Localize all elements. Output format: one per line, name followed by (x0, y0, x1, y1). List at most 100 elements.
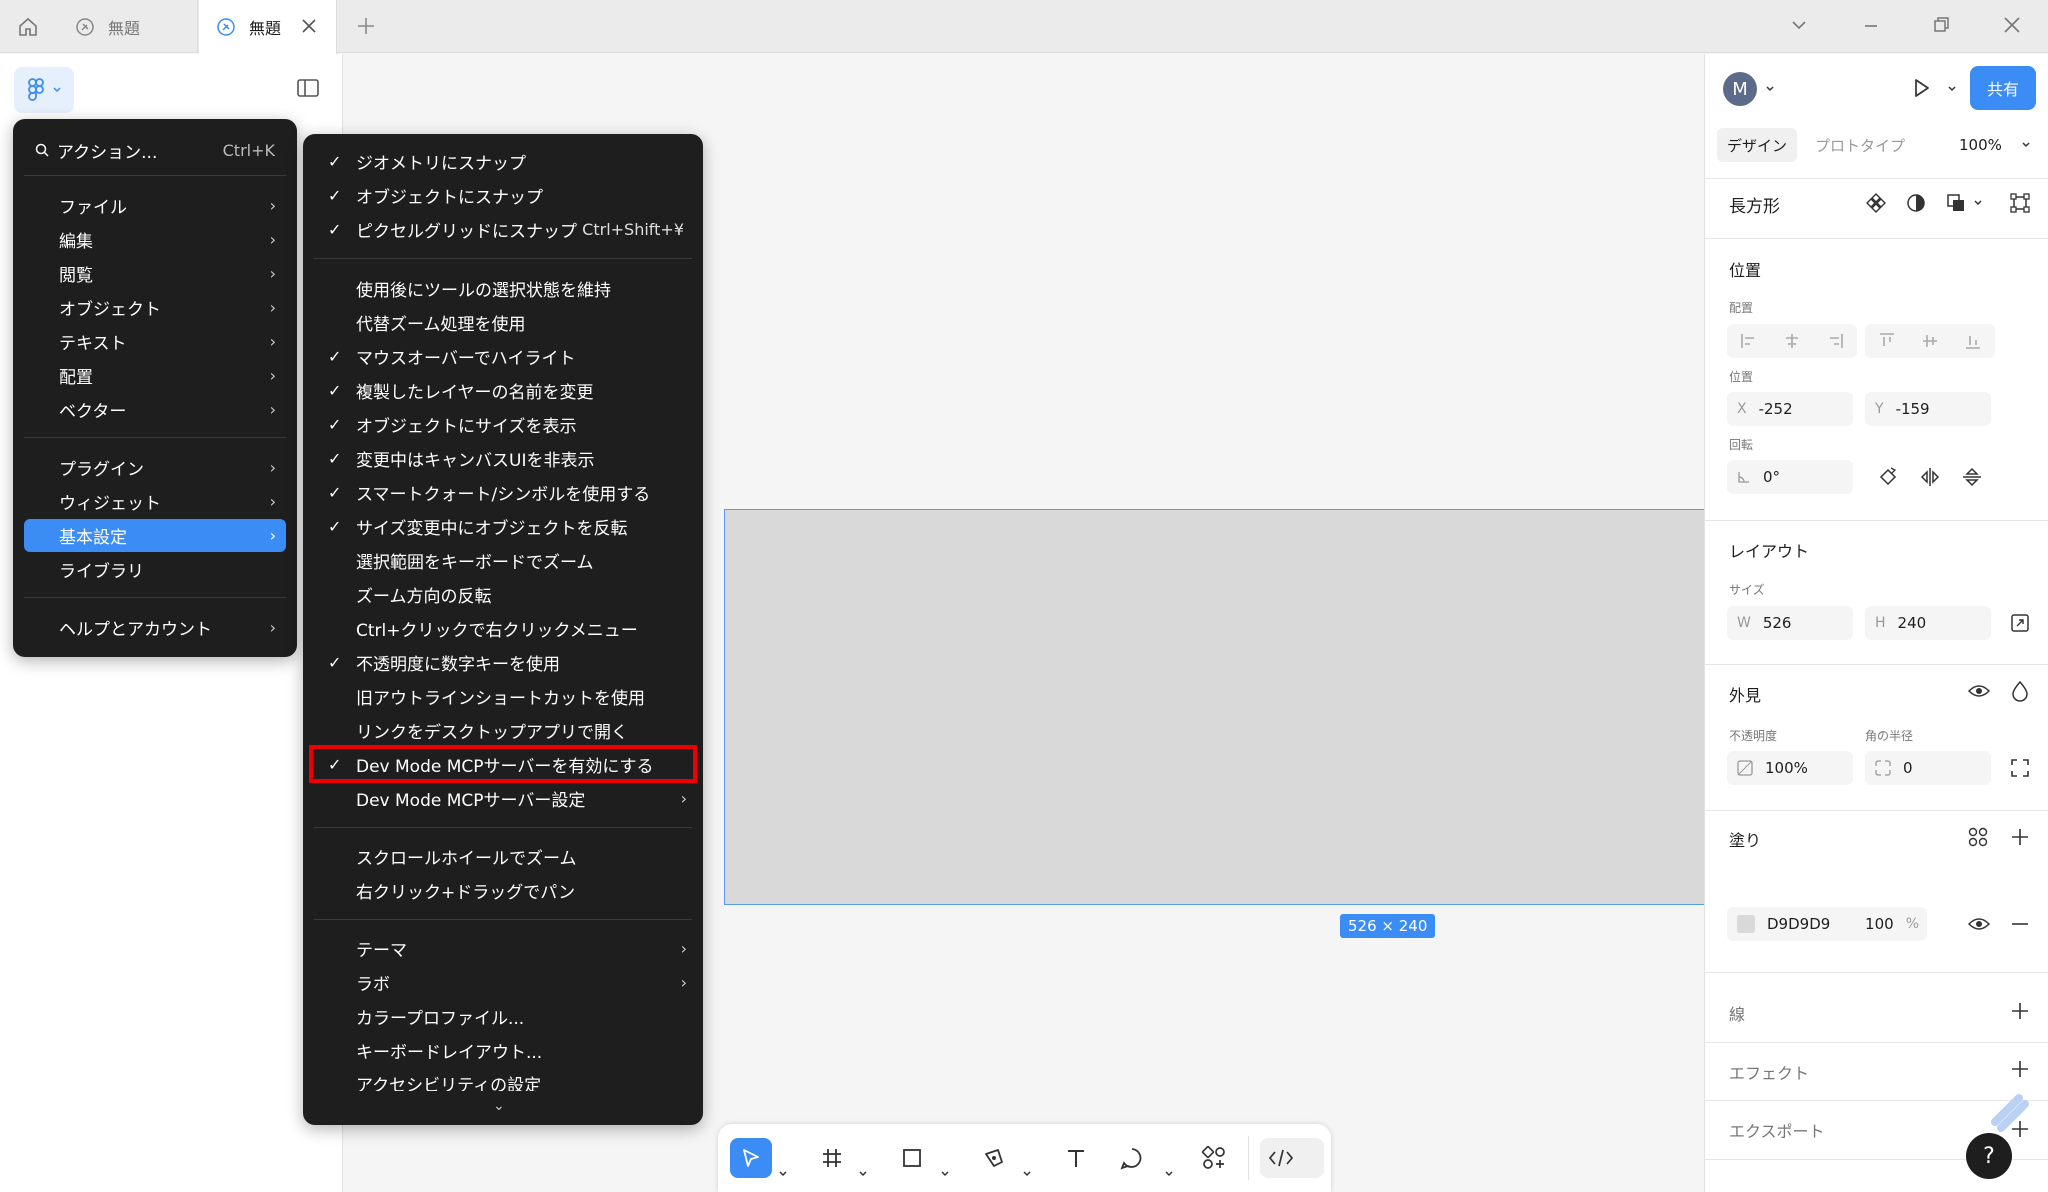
pref-rename-duplicates[interactable]: ✓ 複製したレイヤーの名前を変更 (311, 373, 695, 407)
pref-flip-on-resize[interactable]: ✓ サイズ変更中にオブジェクトを反転 (311, 509, 695, 543)
width-field[interactable]: W 526 (1727, 606, 1853, 640)
chevron-down-icon[interactable] (940, 1154, 950, 1192)
pref-show-dimensions[interactable]: ✓ オブジェクトにサイズを表示 (311, 407, 695, 441)
rectangle-tool-button[interactable] (892, 1138, 932, 1178)
chevron-down-icon[interactable] (1765, 84, 1775, 94)
pref-labs[interactable]: ラボ › (311, 965, 695, 999)
avatar[interactable]: M (1723, 72, 1757, 106)
align-center-v-icon[interactable] (1920, 331, 1940, 351)
close-icon[interactable] (300, 17, 318, 35)
menu-item-edit[interactable]: 編集 › (24, 223, 286, 256)
fill-opacity[interactable]: 100 (1865, 915, 1894, 933)
pref-snap-pixel-grid[interactable]: ✓ ピクセルグリッドにスナップ Ctrl+Shift+¥ (311, 212, 695, 246)
pref-color-profile[interactable]: カラープロファイル... (311, 999, 695, 1033)
scroll-down-icon[interactable]: ⌄ (493, 1098, 505, 1114)
chevron-down-icon[interactable] (1022, 1154, 1032, 1192)
minimize-icon[interactable] (1860, 14, 1882, 36)
fill-color-field[interactable]: D9D9D9 100 % (1727, 907, 1927, 941)
frame-tool-button[interactable] (812, 1138, 852, 1178)
align-left-icon[interactable] (1739, 331, 1759, 351)
menu-item-preferences[interactable]: 基本設定 › (24, 519, 286, 552)
play-icon[interactable] (1909, 76, 1933, 100)
fill-swatch[interactable] (1737, 915, 1755, 933)
export-section-title[interactable]: エクスポート (1729, 1118, 1825, 1142)
pref-invert-zoom[interactable]: ズーム方向の反転 (311, 577, 695, 611)
menu-item-arrange[interactable]: 配置 › (24, 359, 286, 392)
actions-tool-button[interactable] (1194, 1138, 1234, 1178)
pref-highlight-hover[interactable]: ✓ マウスオーバーでハイライト (311, 339, 695, 373)
move-tool-button[interactable] (730, 1138, 772, 1178)
pref-dev-mode-mcp-settings[interactable]: Dev Mode MCPサーバー設定 › (311, 781, 695, 815)
share-button[interactable]: 共有 (1970, 66, 2036, 110)
eye-icon[interactable] (1967, 913, 1991, 935)
chevron-down-icon[interactable] (1164, 1154, 1174, 1192)
independent-corners-icon[interactable] (2009, 757, 2031, 779)
pref-right-click-pan[interactable]: 右クリック+ドラッグでパン (311, 873, 695, 907)
pref-ctrl-click-menu[interactable]: Ctrl+クリックで右クリックメニュー (311, 611, 695, 645)
main-menu-button[interactable] (14, 67, 74, 113)
menu-item-text[interactable]: テキスト › (24, 325, 286, 358)
new-tab-icon[interactable] (355, 15, 377, 37)
constrain-proportions-icon[interactable] (2009, 612, 2031, 634)
rotation-field[interactable]: 0° (1727, 460, 1853, 494)
dev-mode-toggle[interactable] (1260, 1138, 1324, 1178)
pref-accessibility[interactable]: アクセシビリティの設定 (311, 1067, 695, 1091)
rotate-icon[interactable] (1877, 466, 1899, 488)
menu-item-help-account[interactable]: ヘルプとアカウント › (24, 611, 286, 644)
text-tool-button[interactable] (1056, 1138, 1096, 1178)
pref-smart-quotes[interactable]: ✓ スマートクォート/シンボルを使用する (311, 475, 695, 509)
menu-item-file[interactable]: ファイル › (24, 189, 286, 222)
drop-icon[interactable] (2009, 680, 2031, 702)
pref-keyboard-zoom-selection[interactable]: 選択範囲をキーボードでズーム (311, 543, 695, 577)
align-center-h-icon[interactable] (1782, 331, 1802, 351)
menu-item-libraries[interactable]: ライブラリ (24, 553, 286, 586)
menu-item-widgets[interactable]: ウィジェット › (24, 485, 286, 518)
menu-item-view[interactable]: 閲覧 › (24, 257, 286, 290)
chevron-down-icon[interactable] (1973, 198, 1983, 208)
component-icon[interactable] (1865, 192, 1887, 214)
x-position-field[interactable]: X -252 (1727, 392, 1853, 426)
pref-theme[interactable]: テーマ › (311, 931, 695, 965)
eye-icon[interactable] (1967, 680, 1991, 702)
pref-scroll-zoom[interactable]: スクロールホイールでズーム (311, 839, 695, 873)
align-top-icon[interactable] (1877, 331, 1897, 351)
actions-search[interactable]: アクション... Ctrl+K (13, 133, 297, 167)
pref-number-keys-opacity[interactable]: ✓ 不透明度に数字キーを使用 (311, 645, 695, 679)
opacity-field[interactable]: 100% (1727, 751, 1853, 785)
corner-radius-field[interactable]: 0 (1865, 751, 1991, 785)
edit-object-icon[interactable] (2009, 192, 2031, 214)
chevron-down-icon[interactable] (1947, 84, 1957, 94)
chevron-down-icon[interactable] (778, 1154, 788, 1192)
flip-vertical-icon[interactable] (1961, 466, 1983, 488)
menu-item-object[interactable]: オブジェクト › (24, 291, 286, 324)
chevron-down-icon[interactable] (2021, 140, 2031, 150)
restore-icon[interactable] (1930, 14, 1952, 36)
pen-tool-button[interactable] (974, 1138, 1014, 1178)
pref-keyboard-layout[interactable]: キーボードレイアウト... (311, 1033, 695, 1067)
stroke-section-title[interactable]: 線 (1729, 1001, 1745, 1025)
pref-snap-objects[interactable]: ✓ オブジェクトにスナップ (311, 178, 695, 212)
tab-file-1[interactable]: 無題 (58, 0, 198, 53)
comment-tool-button[interactable] (1112, 1138, 1152, 1178)
pref-open-links-desktop[interactable]: リンクをデスクトップアプリで開く (311, 713, 695, 747)
zoom-level[interactable]: 100% (1959, 136, 2002, 154)
help-button[interactable]: ? (1966, 1133, 2012, 1179)
add-stroke-icon[interactable] (2009, 1000, 2031, 1022)
add-effect-icon[interactable] (2009, 1058, 2031, 1080)
pref-alternative-zoom[interactable]: 代替ズーム処理を使用 (311, 305, 695, 339)
chevron-down-icon[interactable] (858, 1154, 868, 1192)
styles-icon[interactable] (1967, 826, 1989, 848)
height-field[interactable]: H 240 (1865, 606, 1991, 640)
mask-icon[interactable] (1905, 192, 1927, 214)
effects-section-title[interactable]: エフェクト (1729, 1060, 1809, 1084)
close-window-icon[interactable] (2001, 14, 2023, 36)
selected-rectangle[interactable] (724, 509, 1758, 905)
align-bottom-icon[interactable] (1963, 331, 1983, 351)
pref-keep-tool-selected[interactable]: 使用後にツールの選択状態を維持 (311, 271, 695, 305)
menu-item-vector[interactable]: ベクター › (24, 393, 286, 426)
y-position-field[interactable]: Y -159 (1865, 392, 1991, 426)
tab-file-2[interactable]: 無題 (199, 0, 337, 54)
sidebar-toggle-icon[interactable] (296, 78, 320, 98)
home-icon[interactable] (0, 0, 56, 53)
flip-horizontal-icon[interactable] (1919, 466, 1941, 488)
